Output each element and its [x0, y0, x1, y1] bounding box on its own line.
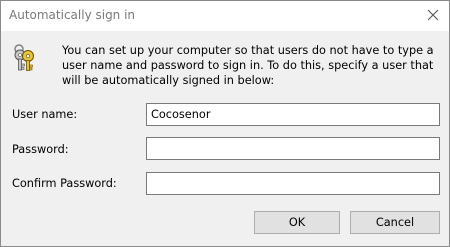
window-title: Automatically sign in: [9, 8, 136, 22]
dialog-content: You can set up your computer so that use…: [1, 31, 449, 246]
close-icon[interactable]: [425, 7, 441, 23]
username-label: User name:: [12, 108, 78, 121]
keys-icon: [11, 43, 41, 73]
cancel-button[interactable]: Cancel: [350, 211, 440, 234]
confirm-password-label: Confirm Password:: [12, 177, 117, 190]
instruction-text: You can set up your computer so that use…: [62, 44, 434, 87]
confirm-password-field[interactable]: [146, 172, 440, 195]
auto-signin-dialog: Automatically sign in You can set up you…: [0, 0, 450, 247]
password-label: Password:: [12, 143, 69, 156]
password-field[interactable]: [146, 137, 440, 160]
ok-button[interactable]: OK: [254, 211, 340, 234]
title-bar[interactable]: Automatically sign in: [1, 1, 449, 31]
username-field[interactable]: [146, 103, 440, 126]
